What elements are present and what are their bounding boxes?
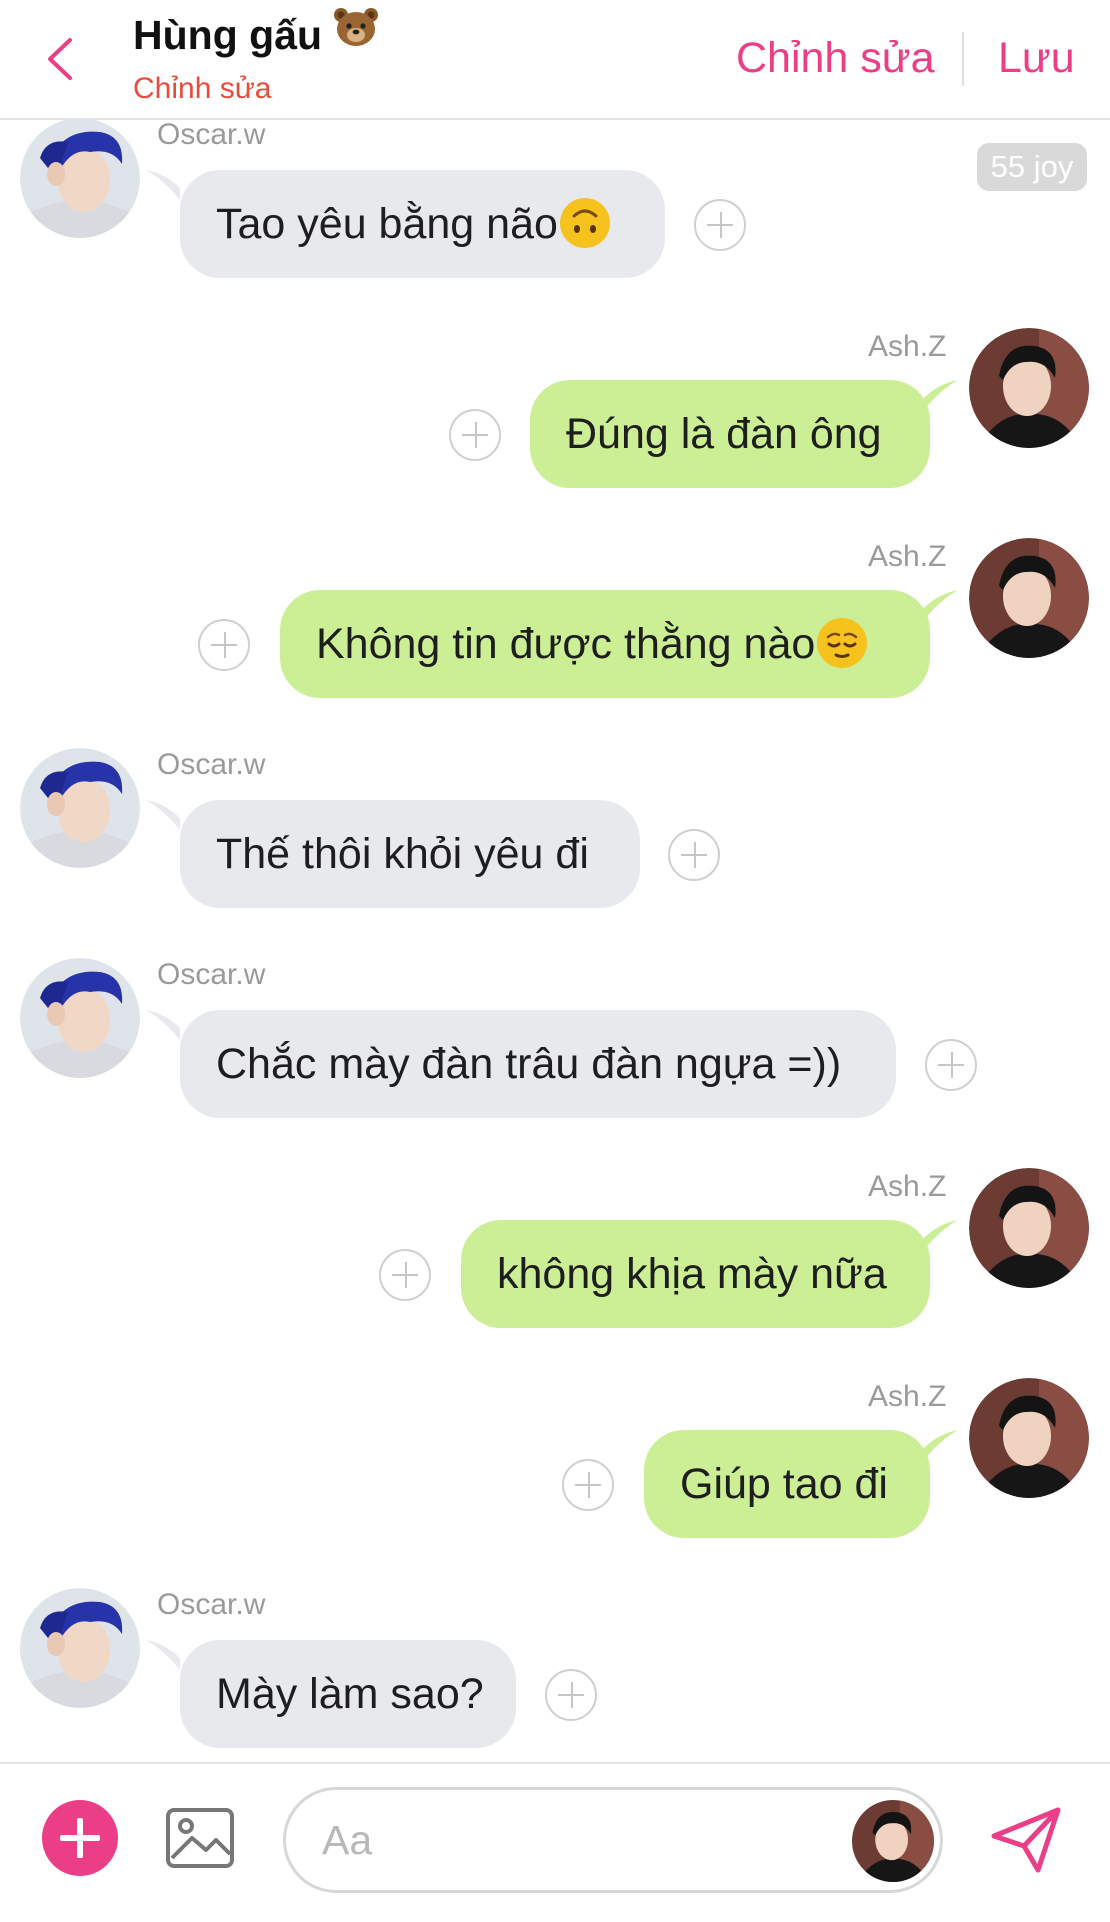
sender-name: Ash.Z (868, 330, 947, 363)
message-bubble-incoming[interactable]: Tao yêu bằng não (180, 170, 665, 278)
react-plus-button[interactable] (449, 409, 501, 461)
chat-title: Hùng gấu (133, 8, 379, 64)
bear-face-icon (333, 6, 379, 58)
chat-header: Hùng gấu Chỉnh sửa Chỉnh sửa Lưu (0, 0, 1110, 120)
react-plus-button[interactable] (925, 1039, 977, 1091)
joy-badge: 55 joy (977, 143, 1087, 191)
sender-name: Oscar.w (157, 958, 266, 991)
chat-title-text: Hùng gấu (133, 12, 323, 58)
ash-avatar[interactable] (969, 538, 1089, 658)
react-plus-button[interactable] (668, 829, 720, 881)
ash-avatar[interactable] (969, 1168, 1089, 1288)
bubble-tail (146, 1010, 180, 1040)
react-plus-button[interactable] (562, 1459, 614, 1511)
message-bubble-outgoing[interactable]: không khịa mày nữa (461, 1220, 930, 1328)
react-plus-button[interactable] (198, 619, 250, 671)
send-icon[interactable] (990, 1806, 1062, 1874)
save-button[interactable]: Lưu (998, 34, 1075, 83)
image-picker-icon[interactable] (164, 1804, 236, 1872)
oscar-avatar[interactable] (20, 1588, 140, 1708)
message-bubble-outgoing[interactable]: Không tin được thằng nào (280, 590, 930, 698)
bubble-tail (146, 170, 180, 200)
message-bubble-incoming[interactable]: Chắc mày đàn trâu đàn ngựa =)) (180, 1010, 896, 1118)
bubble-tail (146, 800, 180, 830)
bubble-tail (146, 1640, 180, 1670)
sender-name: Ash.Z (868, 1170, 947, 1203)
message-bubble-incoming[interactable]: Thế thôi khỏi yêu đi (180, 800, 640, 908)
bubble-tail (924, 590, 958, 620)
header-divider (962, 32, 964, 86)
message-text: Tao yêu bằng não (216, 200, 558, 248)
sender-name: Ash.Z (868, 540, 947, 573)
message-bubble-incoming[interactable]: Mày làm sao? (180, 1640, 516, 1748)
ash-avatar[interactable] (969, 328, 1089, 448)
message-text: không khịa mày nữa (497, 1250, 887, 1298)
ash-avatar[interactable] (969, 1378, 1089, 1498)
upside-down-face-icon (559, 197, 610, 248)
sender-name: Oscar.w (157, 1588, 266, 1621)
message-text: Không tin được thằng nào (316, 620, 816, 668)
message-input[interactable]: Aa (283, 1787, 943, 1893)
bubble-tail (924, 380, 958, 410)
oscar-avatar[interactable] (20, 958, 140, 1078)
bubble-tail (924, 1220, 958, 1250)
sender-name: Oscar.w (157, 118, 266, 151)
edit-button[interactable]: Chỉnh sửa (736, 34, 935, 83)
message-text: Chắc mày đàn trâu đàn ngựa =)) (216, 1040, 842, 1088)
message-text: Mày làm sao? (216, 1670, 484, 1718)
chat-subtitle[interactable]: Chỉnh sửa (133, 72, 272, 106)
react-plus-button[interactable] (545, 1669, 597, 1721)
message-bubble-outgoing[interactable]: Giúp tao đi (644, 1430, 930, 1538)
add-attachment-button[interactable] (42, 1800, 118, 1876)
persona-avatar[interactable] (852, 1800, 934, 1882)
react-plus-button[interactable] (694, 199, 746, 251)
back-chevron-icon[interactable] (40, 34, 80, 84)
sender-name: Oscar.w (157, 748, 266, 781)
message-text: Đúng là đàn ông (566, 410, 882, 458)
relieved-face-icon (817, 617, 868, 668)
message-text: Giúp tao đi (680, 1460, 888, 1508)
bubble-tail (924, 1430, 958, 1460)
sender-name: Ash.Z (868, 1380, 947, 1413)
message-bubble-outgoing[interactable]: Đúng là đàn ông (530, 380, 930, 488)
oscar-avatar[interactable] (20, 748, 140, 868)
oscar-avatar[interactable] (20, 118, 140, 238)
message-text: Thế thôi khỏi yêu đi (216, 830, 589, 878)
react-plus-button[interactable] (379, 1249, 431, 1301)
message-input-placeholder: Aa (322, 1817, 373, 1863)
